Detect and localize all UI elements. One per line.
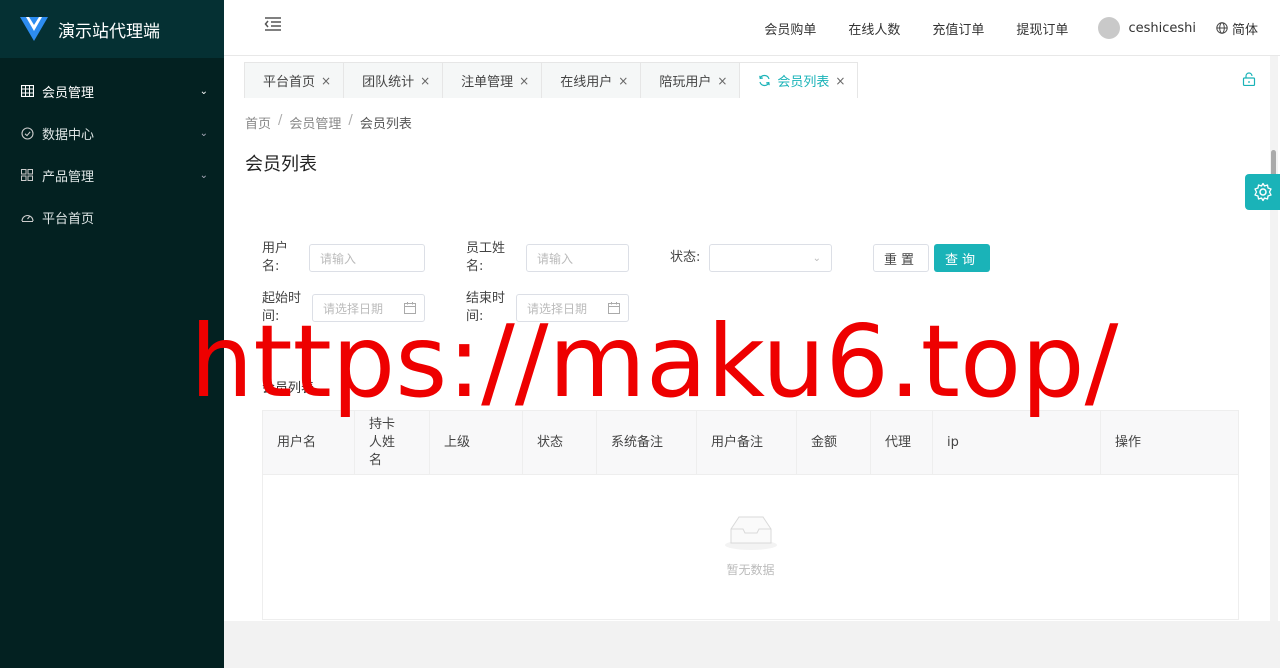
header-link-recharge-orders[interactable]: 充值订单 (932, 19, 984, 38)
scrollbar-track[interactable] (1270, 56, 1278, 621)
tab-label: 陪玩用户 (659, 75, 712, 90)
sidebar-item-label: 平台首页 (42, 211, 95, 227)
tab-member-list[interactable]: 会员列表 × (739, 62, 859, 98)
tab-companion-users[interactable]: 陪玩用户 × (640, 62, 741, 98)
chevron-down-icon: ⌄ (199, 169, 208, 181)
grid-icon (20, 84, 34, 98)
brand[interactable]: 演示站代理端 (0, 0, 224, 58)
close-icon[interactable]: × (321, 74, 331, 88)
staff-name-label: 员工姓 名: (466, 240, 505, 276)
unlock-icon[interactable] (1242, 72, 1256, 86)
sidebar-item-label: 产品管理 (42, 169, 95, 185)
chevron-down-icon: ⌄ (199, 127, 208, 139)
refresh-icon[interactable] (758, 74, 771, 87)
settings-button[interactable] (1245, 174, 1280, 210)
brand-title: 演示站代理端 (58, 21, 160, 42)
close-icon[interactable]: × (618, 74, 628, 88)
header-nav: 会员购单 在线人数 充值订单 提现订单 ceshiceshi 简体 (732, 0, 1258, 56)
check-circle-icon (20, 126, 34, 140)
language-switcher[interactable]: 简体 (1216, 19, 1258, 38)
apps-icon (20, 168, 34, 182)
label-line: 用户 (262, 241, 289, 256)
breadcrumb-separator: / (348, 113, 353, 128)
label-line: 名: (262, 259, 280, 274)
tab-label: 注单管理 (461, 75, 514, 90)
inbox-empty-icon (724, 516, 777, 550)
tab-label: 团队统计 (362, 75, 415, 90)
staff-name-input[interactable]: 请输入 (526, 244, 629, 272)
tab-platform-home[interactable]: 平台首页 × (244, 62, 345, 98)
user-menu[interactable]: ceshiceshi (1098, 17, 1196, 39)
watermark-text: https://maku6.top/ (190, 303, 1119, 420)
user-name: ceshiceshi (1128, 20, 1196, 36)
search-button[interactable]: 查询 (934, 244, 990, 272)
status-select[interactable]: ⌄ (709, 244, 832, 272)
username-label: 用户 名: (262, 240, 288, 276)
sidebar-item-platform-home[interactable]: 平台首页 (0, 196, 224, 238)
breadcrumb: 首页 / 会员管理 / 会员列表 (245, 113, 412, 132)
gear-icon (1253, 182, 1272, 202)
column-header[interactable]: 操作 (1101, 411, 1238, 475)
breadcrumb-home[interactable]: 首页 (245, 113, 271, 132)
breadcrumb-current: 会员列表 (359, 117, 412, 132)
member-table: 用户名 持卡人姓名 上级 状态 系统备注 用户备注 金额 代理 ip 操作 暂无… (262, 410, 1239, 620)
sidebar-item-data-center[interactable]: 数据中心 ⌄ (0, 112, 224, 154)
empty-state: 暂无数据 (263, 511, 1238, 578)
tab-label: 会员列表 (777, 75, 830, 90)
close-icon[interactable]: × (835, 74, 845, 88)
label-line: 员工姓 (466, 241, 506, 256)
input-placeholder: 请输入 (320, 251, 357, 266)
tab-online-users[interactable]: 在线用户 × (541, 62, 642, 98)
empty-text: 暂无数据 (726, 563, 775, 577)
tab-team-stats[interactable]: 团队统计 × (343, 62, 444, 98)
dashboard-icon (20, 210, 34, 224)
chevron-down-icon: ⌄ (199, 85, 208, 97)
status-label: 状态: (670, 250, 701, 265)
globe-icon (1216, 22, 1228, 34)
header-link-withdraw-orders[interactable]: 提现订单 (1016, 19, 1068, 38)
language-label: 简体 (1231, 22, 1258, 38)
chevron-down-icon: ⌄ (812, 253, 821, 264)
close-icon[interactable]: × (519, 74, 529, 88)
sidebar-item-label: 数据中心 (42, 127, 95, 143)
reset-button[interactable]: 重置 (873, 244, 929, 272)
label-line: 名: (466, 259, 484, 274)
v-logo-icon (20, 17, 48, 41)
footer-band (224, 621, 1280, 668)
header-link-member-orders[interactable]: 会员购单 (764, 19, 816, 38)
username-input[interactable]: 请输入 (309, 244, 425, 272)
breadcrumb-member-management[interactable]: 会员管理 (289, 113, 341, 132)
sidebar-item-member-management[interactable]: 会员管理 ⌄ (0, 70, 224, 112)
breadcrumb-separator: / (278, 113, 283, 128)
close-icon[interactable]: × (420, 74, 430, 88)
avatar (1098, 17, 1121, 39)
menu-collapse-icon[interactable] (264, 16, 284, 36)
close-icon[interactable]: × (717, 74, 727, 88)
header-link-online-count[interactable]: 在线人数 (848, 19, 900, 38)
top-header: 会员购单 在线人数 充值订单 提现订单 ceshiceshi 简体 (224, 0, 1280, 56)
sidebar-item-product-management[interactable]: 产品管理 ⌄ (0, 154, 224, 196)
sidebar-item-label: 会员管理 (42, 85, 95, 101)
tab-label: 在线用户 (560, 75, 613, 90)
tab-bet-management[interactable]: 注单管理 × (442, 62, 543, 98)
sidebar-menu: 会员管理 ⌄ 数据中心 ⌄ 产品管理 ⌄ 平台首页 (0, 58, 224, 238)
page-title: 会员列表 (245, 154, 317, 175)
tab-bar: 平台首页 × 团队统计 × 注单管理 × 在线用户 × 陪玩用户 × 会员列表 … (244, 62, 859, 98)
input-placeholder: 请输入 (537, 251, 574, 266)
tab-label: 平台首页 (263, 75, 316, 90)
